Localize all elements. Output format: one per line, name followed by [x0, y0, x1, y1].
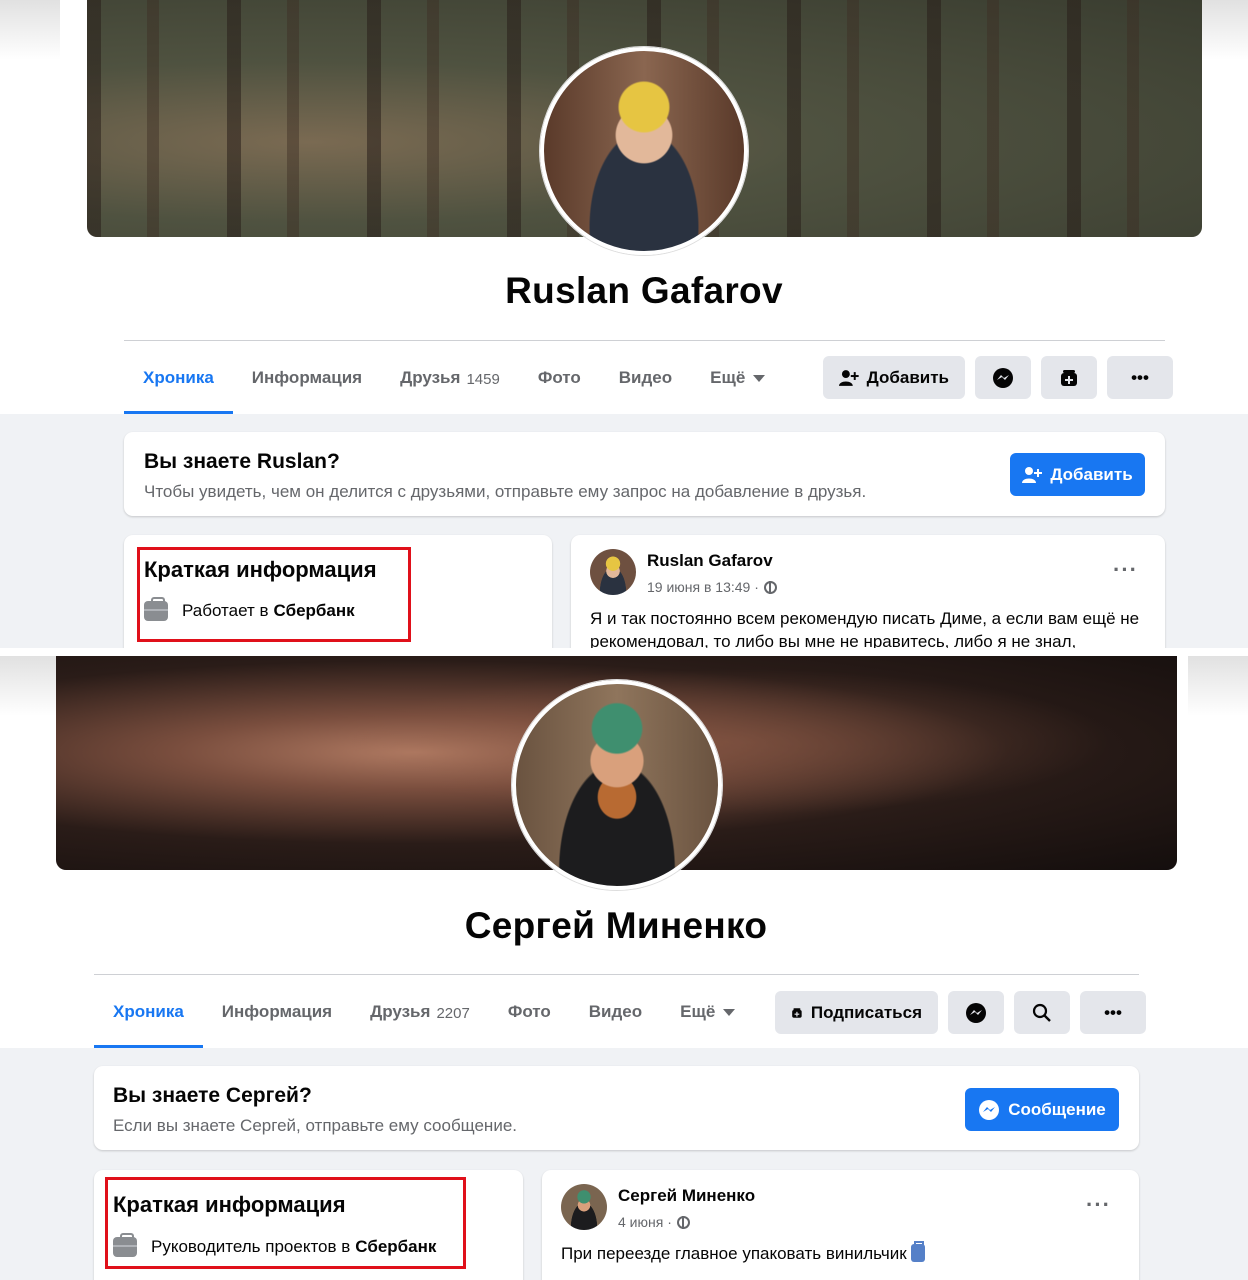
separator — [0, 648, 1248, 656]
post-card: Ruslan Gafarov 19 июня в 13:49 · ··· Я и… — [571, 535, 1165, 648]
side-shade — [0, 0, 60, 200]
tab-label: Ещё — [710, 368, 746, 387]
messenger-icon — [979, 1099, 1000, 1120]
profile-tabs: Хроника Информация Друзья 2207 Фото Видео… — [94, 976, 754, 1048]
add-friend-button[interactable]: Добавить — [823, 356, 965, 399]
side-shade — [1188, 656, 1248, 856]
add-friend-icon — [1022, 466, 1043, 483]
know-card-subtitle: Если вы знаете Сергей, отправьте ему соо… — [113, 1116, 517, 1135]
more-options-button[interactable]: ••• — [1080, 991, 1146, 1034]
divider — [94, 974, 1139, 975]
tab-label: Информация — [251, 368, 363, 387]
tab-timeline[interactable]: Хроника — [94, 976, 203, 1048]
tab-about[interactable]: Информация — [233, 342, 381, 414]
add-friend-icon — [839, 369, 859, 386]
search-icon — [1032, 1003, 1051, 1022]
know-card: Вы знаете Сергей? Если вы знаете Сергей,… — [94, 1066, 1139, 1150]
tab-label: Друзья — [370, 1002, 431, 1021]
profile-avatar[interactable] — [512, 680, 722, 890]
know-card-subtitle: Чтобы увидеть, чем он делится с друзьями… — [144, 482, 867, 501]
tab-more[interactable]: Ещё — [661, 976, 754, 1048]
messenger-icon — [993, 367, 1013, 388]
globe-icon — [676, 1215, 690, 1229]
post-menu-icon[interactable]: ··· — [1113, 557, 1138, 583]
side-shade — [0, 656, 60, 856]
post-text: Я и так постоянно всем рекомендую писать… — [590, 609, 1140, 648]
profile-tabs: Хроника Информация Друзья 1459 Фото Видео… — [124, 342, 784, 414]
friends-count: 1459 — [466, 371, 500, 388]
message-button[interactable]: Сообщение — [965, 1088, 1119, 1131]
tab-label: Ещё — [680, 1002, 716, 1021]
post-text-row: При переезде главное упаковать винильчик — [561, 1241, 1121, 1265]
profile-screenshot-ruslan: Ruslan Gafarov Хроника Информация Друзья… — [0, 0, 1248, 648]
friends-count: 2207 — [436, 1005, 470, 1022]
post-time[interactable]: 19 июня в 13:49 · — [647, 579, 759, 595]
globe-icon — [763, 580, 777, 594]
follow-icon — [1061, 369, 1077, 386]
post-text: При переезде главное упаковать винильчик — [561, 1244, 907, 1263]
know-card-title: Вы знаете Ruslan? — [144, 450, 340, 473]
tab-label: Фото — [507, 1002, 551, 1021]
tab-more[interactable]: Ещё — [691, 342, 784, 414]
follow-button[interactable]: Подписаться — [775, 991, 938, 1034]
caret-down-icon — [723, 1008, 736, 1016]
tab-videos[interactable]: Видео — [570, 976, 661, 1048]
divider — [124, 340, 1165, 341]
search-button[interactable] — [1014, 991, 1070, 1034]
follow-label: Подписаться — [810, 1002, 922, 1022]
tab-timeline[interactable]: Хроника — [124, 342, 233, 414]
know-add-button[interactable]: Добавить — [1010, 453, 1145, 496]
post-author[interactable]: Ruslan Gafarov — [647, 551, 773, 571]
tab-photos[interactable]: Фото — [519, 342, 600, 414]
post-meta: 19 июня в 13:49 · — [647, 579, 777, 595]
suitcase-emoji-icon — [910, 1241, 925, 1262]
post-meta: 4 июня · — [618, 1214, 690, 1230]
post-menu-icon[interactable]: ··· — [1086, 1192, 1111, 1218]
profile-actions: Добавить ••• — [823, 356, 1173, 399]
tab-videos[interactable]: Видео — [600, 342, 691, 414]
profile-actions: Подписаться ••• — [775, 991, 1146, 1034]
post-author[interactable]: Сергей Миненко — [618, 1186, 755, 1206]
post-avatar[interactable] — [561, 1184, 607, 1230]
add-friend-label: Добавить — [866, 367, 949, 387]
message-label: Сообщение — [1008, 1099, 1106, 1119]
highlight-box — [105, 1177, 466, 1269]
profile-name: Ruslan Gafarov — [505, 270, 783, 311]
tab-label: Фото — [537, 368, 581, 387]
profile-avatar[interactable] — [540, 47, 748, 255]
ellipsis-icon: ••• — [1104, 1003, 1122, 1022]
messenger-button[interactable] — [948, 991, 1004, 1034]
more-options-button[interactable]: ••• — [1107, 356, 1173, 399]
tab-label: Друзья — [400, 368, 461, 387]
caret-down-icon — [753, 374, 766, 382]
profile-screenshot-sergey: Сергей Миненко Хроника Информация Друзья… — [0, 656, 1248, 1280]
post-card: Сергей Миненко 4 июня · ··· При переезде… — [542, 1170, 1139, 1280]
tab-friends[interactable]: Друзья 1459 — [381, 342, 519, 414]
highlight-box — [137, 547, 411, 642]
tab-label: Хроника — [143, 368, 214, 387]
tab-label: Хроника — [113, 1002, 184, 1021]
messenger-button[interactable] — [975, 356, 1031, 399]
tab-about[interactable]: Информация — [203, 976, 351, 1048]
know-add-label: Добавить — [1050, 464, 1133, 484]
tab-label: Видео — [588, 1002, 643, 1021]
tab-label: Информация — [221, 1002, 333, 1021]
follow-icon — [792, 1007, 802, 1018]
messenger-icon — [966, 1002, 986, 1023]
follow-button[interactable] — [1041, 356, 1097, 399]
tab-label: Видео — [618, 368, 673, 387]
know-card-title: Вы знаете Сергей? — [113, 1084, 312, 1107]
ellipsis-icon: ••• — [1131, 368, 1149, 387]
tab-photos[interactable]: Фото — [489, 976, 570, 1048]
profile-name: Сергей Миненко — [464, 905, 768, 946]
post-time[interactable]: 4 июня · — [618, 1214, 672, 1230]
know-card: Вы знаете Ruslan? Чтобы увидеть, чем он … — [124, 432, 1165, 516]
post-avatar[interactable] — [590, 549, 636, 595]
tab-friends[interactable]: Друзья 2207 — [351, 976, 489, 1048]
